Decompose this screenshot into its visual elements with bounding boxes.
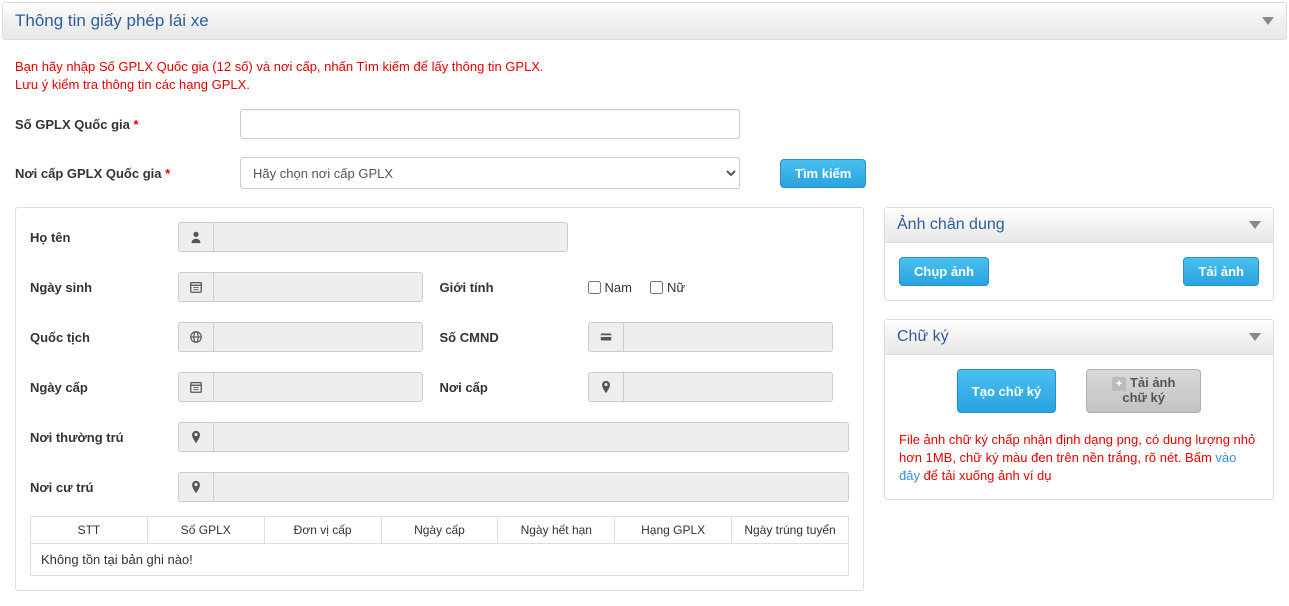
label-nationality: Quốc tịch	[30, 330, 178, 345]
location-icon	[588, 372, 623, 402]
license-table: STT Số GPLX Đơn vị cấp Ngày cấp Ngày hết…	[30, 516, 849, 576]
capture-photo-button[interactable]: Chụp ảnh	[899, 257, 989, 286]
signature-body: Tạo chữ ký +Tải ảnh chữ ký File ảnh chữ …	[885, 355, 1273, 499]
signature-title: Chữ ký	[897, 328, 949, 346]
signature-panel: Chữ ký Tạo chữ ký +Tải ảnh chữ ký File ả…	[884, 319, 1274, 500]
row-issue-date: Ngày cấp	[30, 372, 440, 402]
row-issue-place: Nơi cấp	[440, 372, 850, 402]
row-dob: Ngày sinh	[30, 272, 440, 302]
perm-addr-group	[178, 422, 849, 452]
issue-place-field	[623, 372, 833, 402]
left-column: Họ tên Ngày sinh	[15, 207, 864, 591]
gender-options: Nam Nữ	[588, 280, 686, 295]
hint-text: Bạn hãy nhập Số GPLX Quốc gia (12 số) và…	[15, 50, 1274, 109]
gender-male-checkbox[interactable]	[588, 281, 601, 294]
issue-date-field	[213, 372, 423, 402]
th-issuer: Đơn vị cấp	[264, 517, 381, 544]
idno-group	[588, 322, 833, 352]
upload-photo-button[interactable]: Tải ảnh	[1183, 257, 1259, 286]
label-issue-place: Nơi cấp	[440, 380, 588, 395]
gender-female-checkbox[interactable]	[650, 281, 663, 294]
signature-note: File ảnh chữ ký chấp nhận định dạng png,…	[899, 431, 1259, 486]
table-head: STT Số GPLX Đơn vị cấp Ngày cấp Ngày hết…	[31, 517, 849, 544]
portrait-header: Ảnh chân dung	[885, 208, 1273, 243]
main-layout: Họ tên Ngày sinh	[15, 207, 1274, 591]
row-license-number: Số GPLX Quốc gia	[15, 109, 1274, 139]
curr-addr-field	[213, 472, 849, 502]
calendar-icon	[178, 372, 213, 402]
collapse-toggle-icon[interactable]	[1262, 17, 1274, 25]
plus-icon: +	[1112, 377, 1126, 391]
location-icon	[178, 472, 213, 502]
main-container: Bạn hãy nhập Số GPLX Quốc gia (12 số) và…	[0, 40, 1289, 606]
dob-group	[178, 272, 423, 302]
issue-place-group	[588, 372, 833, 402]
field-grid: Họ tên Ngày sinh	[30, 222, 849, 510]
label-perm-addr: Nơi thường trú	[30, 430, 178, 445]
right-column: Ảnh chân dung Chụp ảnh Tải ảnh Chữ ký Tạ…	[884, 207, 1274, 591]
hint-line-1: Bạn hãy nhập Số GPLX Quốc gia (12 số) và…	[15, 58, 1274, 76]
label-curr-addr: Nơi cư trú	[30, 480, 178, 495]
license-number-input[interactable]	[240, 109, 740, 139]
fullname-field	[213, 222, 568, 252]
dob-field	[213, 272, 423, 302]
fullname-group	[178, 222, 568, 252]
perm-addr-field	[213, 422, 849, 452]
row-perm-addr: Nơi thường trú	[30, 422, 849, 452]
th-stt: STT	[31, 517, 148, 544]
gender-male-option[interactable]: Nam	[588, 280, 632, 295]
calendar-icon	[178, 272, 213, 302]
label-dob: Ngày sinh	[30, 280, 178, 295]
label-idno: Số CMND	[440, 330, 588, 345]
portrait-title: Ảnh chân dung	[897, 216, 1005, 234]
curr-addr-group	[178, 472, 849, 502]
signature-header: Chữ ký	[885, 320, 1273, 355]
no-data-cell: Không tồn tại bản ghi nào!	[31, 544, 849, 576]
nationality-field	[213, 322, 423, 352]
th-number: Số GPLX	[147, 517, 264, 544]
idno-field	[623, 322, 833, 352]
chevron-down-icon[interactable]	[1249, 333, 1261, 341]
table-row-empty: Không tồn tại bản ghi nào!	[31, 544, 849, 576]
location-icon	[178, 422, 213, 452]
signature-buttons: Tạo chữ ký +Tải ảnh chữ ký	[957, 369, 1201, 412]
row-nationality: Quốc tịch	[30, 322, 440, 352]
row-idno: Số CMND	[440, 322, 850, 352]
label-license-number: Số GPLX Quốc gia	[15, 117, 240, 132]
person-icon	[178, 222, 213, 252]
row-fullname: Họ tên	[30, 222, 849, 252]
main-panel-header: Thông tin giấy phép lái xe	[2, 2, 1287, 40]
panel-title: Thông tin giấy phép lái xe	[15, 11, 209, 31]
search-button[interactable]: Tìm kiếm	[780, 159, 866, 188]
row-gender: Giới tính Nam Nữ	[440, 272, 850, 302]
th-expiry: Ngày hết hạn	[498, 517, 615, 544]
th-class: Hạng GPLX	[615, 517, 732, 544]
label-license-place: Nơi cấp GPLX Quốc gia	[15, 166, 240, 181]
row-curr-addr: Nơi cư trú	[30, 472, 849, 502]
issue-date-group	[178, 372, 423, 402]
globe-icon	[178, 322, 213, 352]
label-fullname: Họ tên	[30, 230, 178, 245]
th-pass: Ngày trúng tuyển	[732, 517, 849, 544]
license-place-select[interactable]: Hãy chọn nơi cấp GPLX	[240, 157, 740, 189]
upload-signature-button[interactable]: +Tải ảnh chữ ký	[1086, 369, 1201, 412]
th-date: Ngày cấp	[381, 517, 498, 544]
label-gender: Giới tính	[440, 280, 588, 295]
info-box: Họ tên Ngày sinh	[15, 207, 864, 591]
card-icon	[588, 322, 623, 352]
create-signature-button[interactable]: Tạo chữ ký	[957, 369, 1056, 412]
chevron-down-icon[interactable]	[1249, 221, 1261, 229]
gender-female-option[interactable]: Nữ	[650, 280, 685, 295]
row-license-place: Nơi cấp GPLX Quốc gia Hãy chọn nơi cấp G…	[15, 157, 1274, 189]
nationality-group	[178, 322, 423, 352]
portrait-body: Chụp ảnh Tải ảnh	[885, 243, 1273, 300]
portrait-panel: Ảnh chân dung Chụp ảnh Tải ảnh	[884, 207, 1274, 301]
hint-line-2: Lưu ý kiểm tra thông tin các hạng GPLX.	[15, 76, 1274, 94]
label-issue-date: Ngày cấp	[30, 380, 178, 395]
